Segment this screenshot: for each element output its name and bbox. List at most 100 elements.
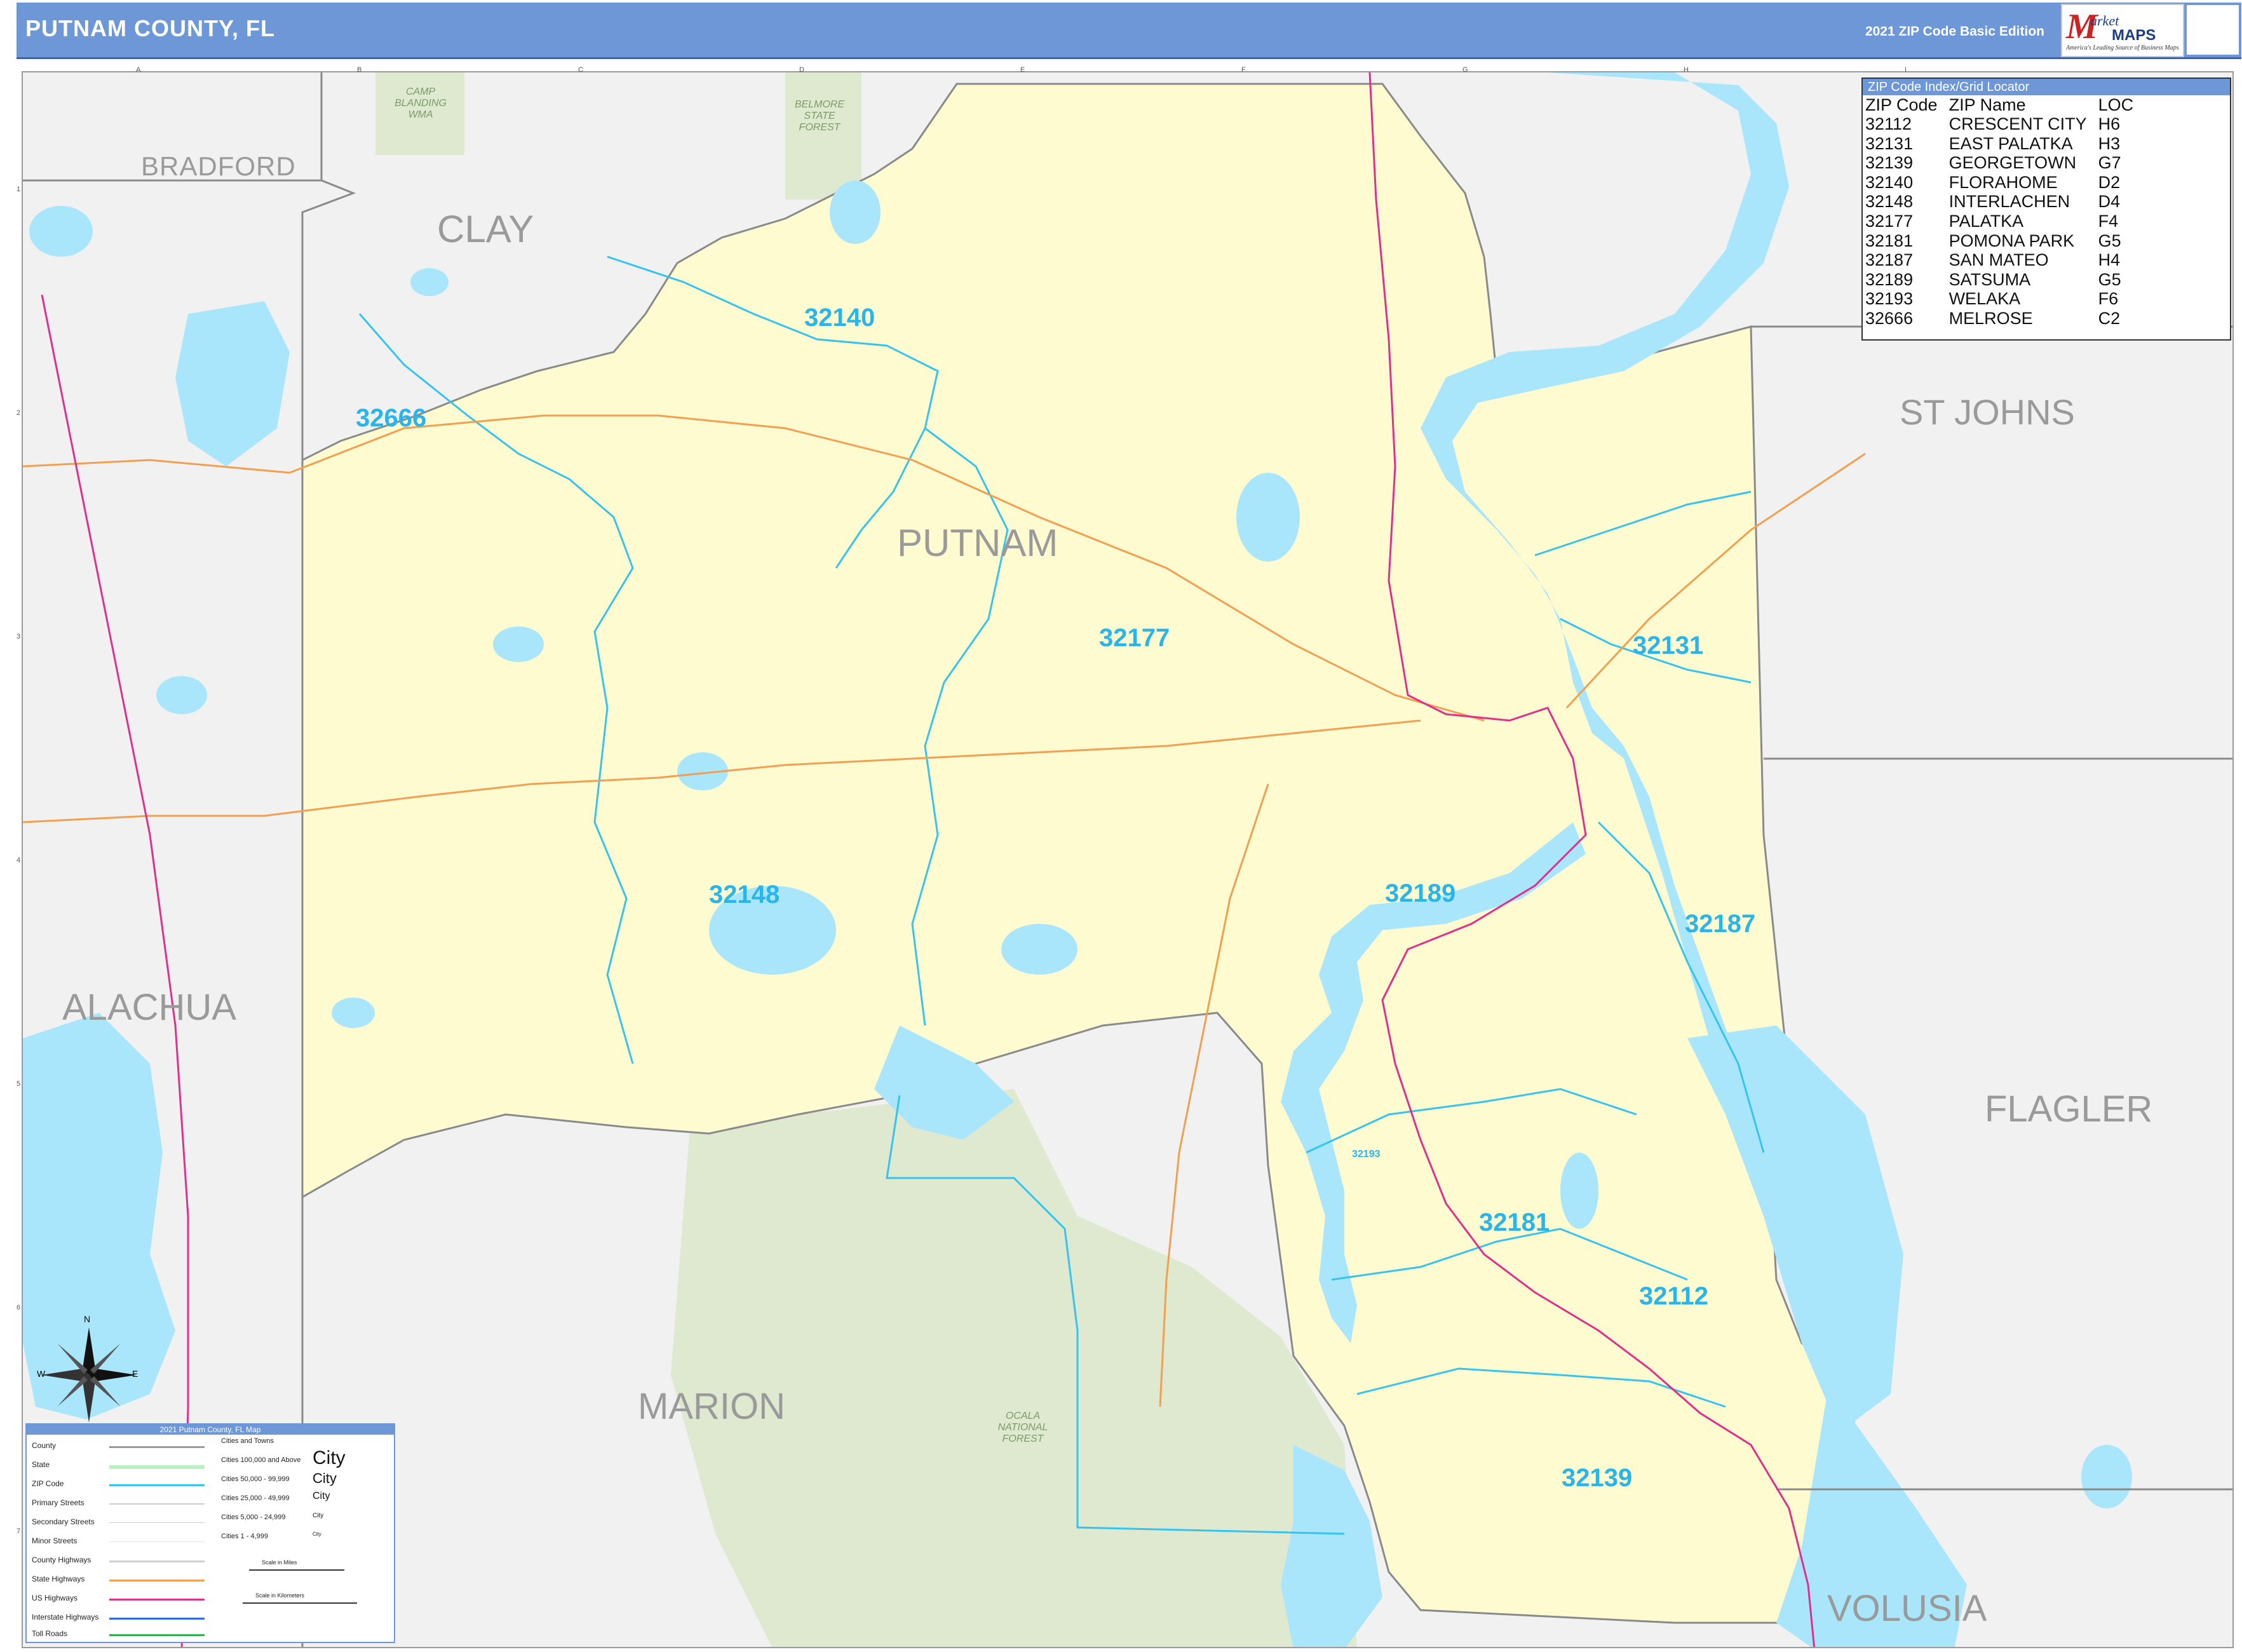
- lake-9: [332, 998, 375, 1028]
- lake-10: [29, 206, 93, 257]
- zip-index-row[interactable]: 32140 FLORAHOME D2: [1865, 173, 2145, 193]
- zip-label-32181[interactable]: 32181: [1479, 1209, 1550, 1237]
- zip-label-32139[interactable]: 32139: [1562, 1464, 1632, 1493]
- zip-label-32187[interactable]: 32187: [1685, 910, 1755, 938]
- grid-row-5: 5: [17, 1080, 21, 1088]
- legend-city-25k: Cities 25,000 - 49,999: [221, 1494, 290, 1502]
- brand-tagline: America's Leading Source of Business Map…: [2066, 44, 2179, 51]
- legend-county-hwy: County Highways: [32, 1555, 91, 1564]
- legend-county-line: [109, 1446, 205, 1448]
- zip-index-row[interactable]: 32148 INTERLACHEN D4: [1865, 192, 2145, 212]
- zip-label-32189[interactable]: 32189: [1385, 879, 1455, 908]
- zip-label-32666[interactable]: 32666: [356, 404, 426, 433]
- zip-label-32140[interactable]: 32140: [804, 304, 875, 332]
- zip-label-32131[interactable]: 32131: [1633, 632, 1703, 660]
- zip-index-row[interactable]: 32139 GEORGETOWN G7: [1865, 153, 2145, 173]
- zip-index-table: ZIP Code ZIP Name LOC 32112 CRESCENT CITY…: [1865, 95, 2145, 328]
- col-loc: LOC: [2098, 95, 2134, 114]
- compass-n: N: [84, 1314, 91, 1324]
- legend-county-hwy-line: [109, 1561, 205, 1562]
- loc-cell: G7: [2098, 153, 2121, 173]
- legend-zip: ZIP Code: [32, 1479, 64, 1488]
- grid-row-4: 4: [17, 856, 21, 864]
- loc-cell: F6: [2098, 289, 2119, 309]
- zip-index-row[interactable]: 32181 POMONA PARK G5: [1865, 231, 2145, 251]
- zip-index-row[interactable]: 32177 PALATKA F4: [1865, 212, 2145, 231]
- legend-scale-miles-bar: [249, 1569, 344, 1571]
- brand-maps: MAPS: [2112, 27, 2156, 44]
- legend-us-hwy: US Highways: [32, 1594, 78, 1602]
- county-label-marion: MARION: [638, 1386, 785, 1427]
- brand-logo[interactable]: M arket MAPS America's Leading Source of…: [2061, 4, 2184, 57]
- legend-sample-city-3: City: [313, 1491, 330, 1501]
- zip-label-32112[interactable]: 32112: [1639, 1282, 1708, 1311]
- edition-label: 2021 ZIP Code Basic Edition: [1865, 24, 2044, 39]
- grid-row-1: 1: [17, 186, 21, 193]
- zip-label-32177[interactable]: 32177: [1099, 624, 1170, 653]
- zip-name-cell: MELROSE: [1948, 308, 2033, 328]
- county-label-st-johns: ST JOHNS: [1900, 392, 2075, 432]
- loc-cell: G5: [2098, 269, 2121, 289]
- county-label-putnam: PUTNAM: [897, 522, 1058, 564]
- compass-e: E: [132, 1369, 138, 1379]
- col-zip-code: ZIP Code: [1865, 95, 1938, 114]
- legend-primary-line: [109, 1503, 205, 1505]
- legend-cities-heading: Cities and Towns: [221, 1437, 274, 1445]
- legend-sample-city-5: City: [313, 1531, 321, 1537]
- grid-col-i: I: [1905, 66, 1907, 74]
- compass-w: W: [37, 1369, 46, 1379]
- legend-primary: Primary Streets: [32, 1498, 84, 1507]
- grid-col-e: E: [1020, 66, 1025, 74]
- zip-label-32193[interactable]: 32193: [1352, 1149, 1381, 1160]
- compass-rose: N W E S: [37, 1314, 140, 1435]
- grid-col-g: G: [1462, 66, 1468, 74]
- legend-interstate-line: [109, 1618, 205, 1620]
- loc-cell: D2: [2098, 172, 2121, 192]
- grid-row-2: 2: [17, 409, 21, 417]
- zip-index-panel: ZIP Code Index/Grid Locator ZIP Code ZIP…: [1861, 78, 2231, 341]
- contact-box: [2187, 5, 2239, 55]
- legend-toll: Toll Roads: [32, 1629, 68, 1638]
- grid-col-a: A: [136, 66, 141, 74]
- zip-index-row[interactable]: 32666 MELROSE C2: [1865, 309, 2145, 328]
- legend-city-50k: Cities 50,000 - 99,999: [221, 1475, 290, 1483]
- legend-scale-miles: Scale in Miles: [262, 1559, 297, 1566]
- zip-index-row[interactable]: 32189 SATSUMA G5: [1865, 270, 2145, 290]
- legend-us-hwy-line: [109, 1599, 205, 1601]
- county-label-flagler: FLAGLER: [1985, 1088, 2153, 1130]
- zip-code-cell: 32139: [1865, 153, 1914, 173]
- zip-code-cell: 32148: [1865, 192, 1914, 212]
- zip-index-title: ZIP Code Index/Grid Locator: [1863, 79, 2230, 95]
- legend-sample-city-1: City: [313, 1447, 346, 1468]
- ocala-forest-area: [671, 1089, 1357, 1647]
- lake-santa-fe: [175, 301, 290, 466]
- zip-name-cell: POMONA PARK: [1948, 231, 2075, 250]
- loc-cell: G5: [2098, 231, 2121, 250]
- map-legend: 2021 Putnam County, FL Map County State …: [25, 1423, 395, 1643]
- legend-city-100k: Cities 100,000 and Above: [221, 1456, 301, 1464]
- legend-toll-line: [109, 1634, 205, 1636]
- zip-index-row[interactable]: 32193 WELAKA F6: [1865, 289, 2145, 309]
- lake-5: [493, 626, 544, 662]
- county-label-clay: CLAY: [437, 208, 534, 250]
- zip-label-32148[interactable]: 32148: [709, 881, 780, 909]
- zip-name-cell: INTERLACHEN: [1948, 192, 2070, 212]
- lake-12: [2081, 1445, 2132, 1508]
- loc-cell: F4: [2098, 211, 2119, 231]
- legend-zip-line: [109, 1484, 205, 1486]
- grid-col-h: H: [1684, 66, 1689, 74]
- loc-cell: H3: [2098, 133, 2121, 153]
- grid-col-d: D: [799, 66, 804, 74]
- zip-name-cell: PALATKA: [1948, 211, 2024, 231]
- legend-secondary-line: [109, 1522, 205, 1523]
- legend-city-5k: Cities 5,000 - 24,999: [221, 1513, 286, 1521]
- legend-scale-km: Scale in Kilometers: [255, 1592, 305, 1599]
- zip-index-row[interactable]: 32187 SAN MATEO H4: [1865, 250, 2145, 270]
- forest-label-belmore: BELMORE STATE FOREST: [794, 99, 845, 133]
- zip-index-row[interactable]: 32131 EAST PALATKA H3: [1865, 134, 2145, 154]
- grid-row-3: 3: [17, 633, 21, 640]
- legend-state-line: [109, 1465, 205, 1469]
- zip-index-body: 32112 CRESCENT CITY H6 32131 EAST PALATKA H3 3…: [1865, 114, 2145, 328]
- zip-name-cell: SATSUMA: [1948, 269, 2031, 289]
- zip-index-row[interactable]: 32112 CRESCENT CITY H6: [1865, 114, 2145, 134]
